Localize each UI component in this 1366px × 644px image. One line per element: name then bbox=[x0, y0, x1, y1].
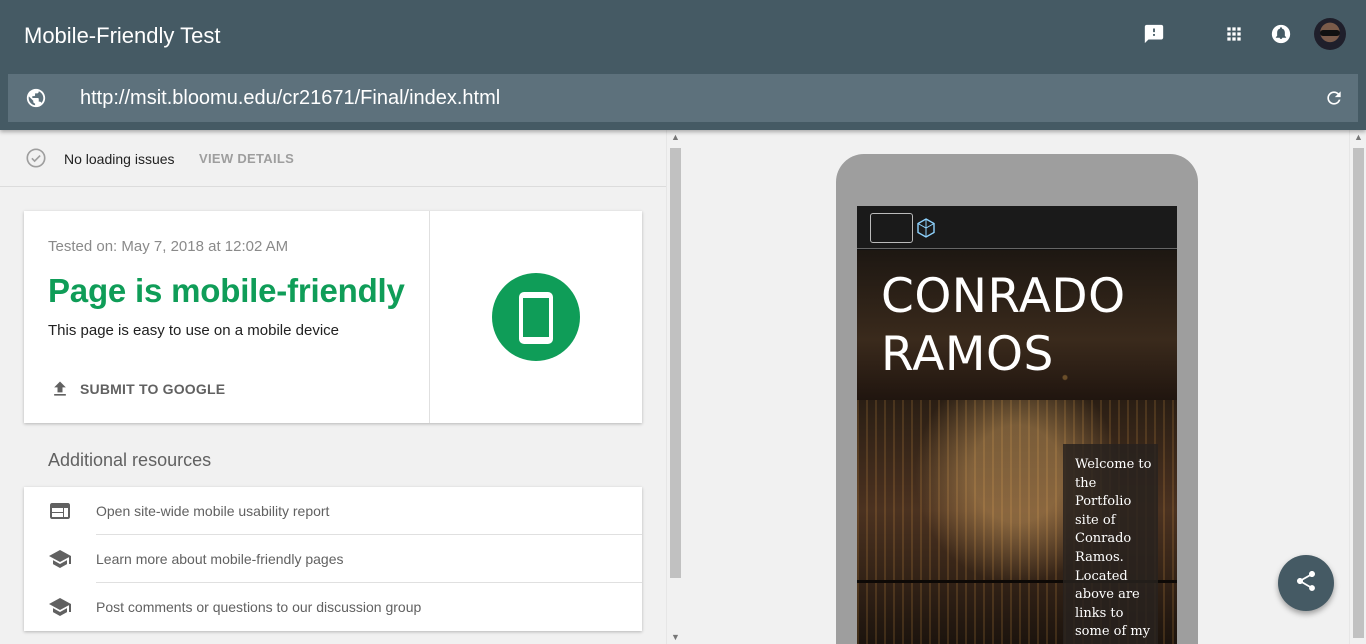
preview-pane: CONRADO RAMOS Welcome to the Portfolio s… bbox=[683, 130, 1349, 644]
scroll-up-icon[interactable]: ▲ bbox=[671, 132, 680, 142]
list-item-label: Post comments or questions to our discus… bbox=[96, 599, 422, 615]
scrollbar-thumb[interactable] bbox=[1353, 148, 1364, 638]
resources-title: Additional resources bbox=[48, 450, 212, 470]
result-card: Tested on: May 7, 2018 at 12:02 AM Page … bbox=[24, 211, 642, 423]
preview-nav-bar bbox=[857, 206, 1177, 249]
refresh-icon[interactable] bbox=[1324, 88, 1344, 108]
notifications-icon[interactable] bbox=[1269, 22, 1293, 46]
scrollbar-thumb[interactable] bbox=[670, 148, 681, 578]
list-item-label: Learn more about mobile-friendly pages bbox=[96, 551, 344, 567]
check-circle-icon bbox=[25, 147, 47, 169]
list-item[interactable]: Open site-wide mobile usability report bbox=[24, 487, 642, 535]
list-item-label: Open site-wide mobile usability report bbox=[96, 503, 330, 519]
mobile-friendly-phone-icon bbox=[492, 273, 580, 361]
card-divider bbox=[429, 211, 430, 423]
upload-icon bbox=[48, 379, 72, 399]
school-icon bbox=[48, 547, 72, 571]
preview-hero: CONRADO RAMOS bbox=[857, 250, 1177, 400]
verdict-description: This page is easy to use on a mobile dev… bbox=[48, 322, 339, 339]
submit-label: SUBMIT TO GOOGLE bbox=[80, 381, 226, 397]
list-item[interactable]: Learn more about mobile-friendly pages bbox=[24, 535, 642, 583]
globe-icon bbox=[25, 87, 47, 109]
view-details-button[interactable]: VIEW DETAILS bbox=[199, 151, 294, 166]
hero-line-2: RAMOS bbox=[881, 327, 1054, 382]
url-bar[interactable]: http://msit.bloomu.edu/cr21671/Final/ind… bbox=[8, 74, 1358, 122]
share-icon bbox=[1294, 569, 1318, 598]
hero-line-1: CONRADO bbox=[881, 269, 1126, 324]
avatar[interactable] bbox=[1314, 18, 1346, 50]
app-title: Mobile-Friendly Test bbox=[24, 23, 221, 48]
app-header: Mobile-Friendly Test http://msit.bloomu.… bbox=[0, 0, 1366, 130]
page-preview-screen: CONRADO RAMOS Welcome to the Portfolio s… bbox=[857, 206, 1177, 644]
status-text: No loading issues bbox=[64, 151, 175, 167]
preview-city-image: Welcome to the Portfolio site of Conrado… bbox=[857, 400, 1177, 644]
tested-on-date: Tested on: May 7, 2018 at 12:02 AM bbox=[48, 238, 289, 255]
preview-menu-button bbox=[870, 213, 913, 243]
cube-logo-icon bbox=[915, 217, 937, 239]
scroll-down-icon[interactable]: ▼ bbox=[671, 632, 680, 642]
loading-status-row: No loading issues VIEW DETAILS bbox=[0, 130, 666, 187]
url-input[interactable]: http://msit.bloomu.edu/cr21671/Final/ind… bbox=[80, 87, 500, 110]
resources-list: Open site-wide mobile usability report L… bbox=[24, 487, 642, 631]
preview-welcome-text: Welcome to the Portfolio site of Conrado… bbox=[1075, 457, 1152, 640]
submit-to-google-button[interactable]: SUBMIT TO GOOGLE bbox=[48, 379, 225, 399]
school-icon bbox=[48, 595, 72, 619]
share-button[interactable] bbox=[1278, 555, 1334, 611]
list-item[interactable]: Post comments or questions to our discus… bbox=[24, 583, 642, 631]
apps-grid-icon[interactable] bbox=[1222, 22, 1246, 46]
left-scrollbar[interactable]: ▲ ▼ bbox=[666, 130, 683, 644]
web-layout-icon bbox=[48, 499, 72, 523]
scroll-up-icon[interactable]: ▲ bbox=[1354, 132, 1363, 142]
results-pane: No loading issues VIEW DETAILS Tested on… bbox=[0, 130, 666, 644]
preview-welcome-box: Welcome to the Portfolio site of Conrado… bbox=[1063, 444, 1158, 644]
verdict-heading: Page is mobile-friendly bbox=[48, 272, 405, 309]
preview-hero-title: CONRADO RAMOS bbox=[881, 268, 1126, 384]
right-scrollbar[interactable]: ▲ bbox=[1349, 130, 1366, 644]
feedback-icon[interactable] bbox=[1142, 22, 1166, 46]
